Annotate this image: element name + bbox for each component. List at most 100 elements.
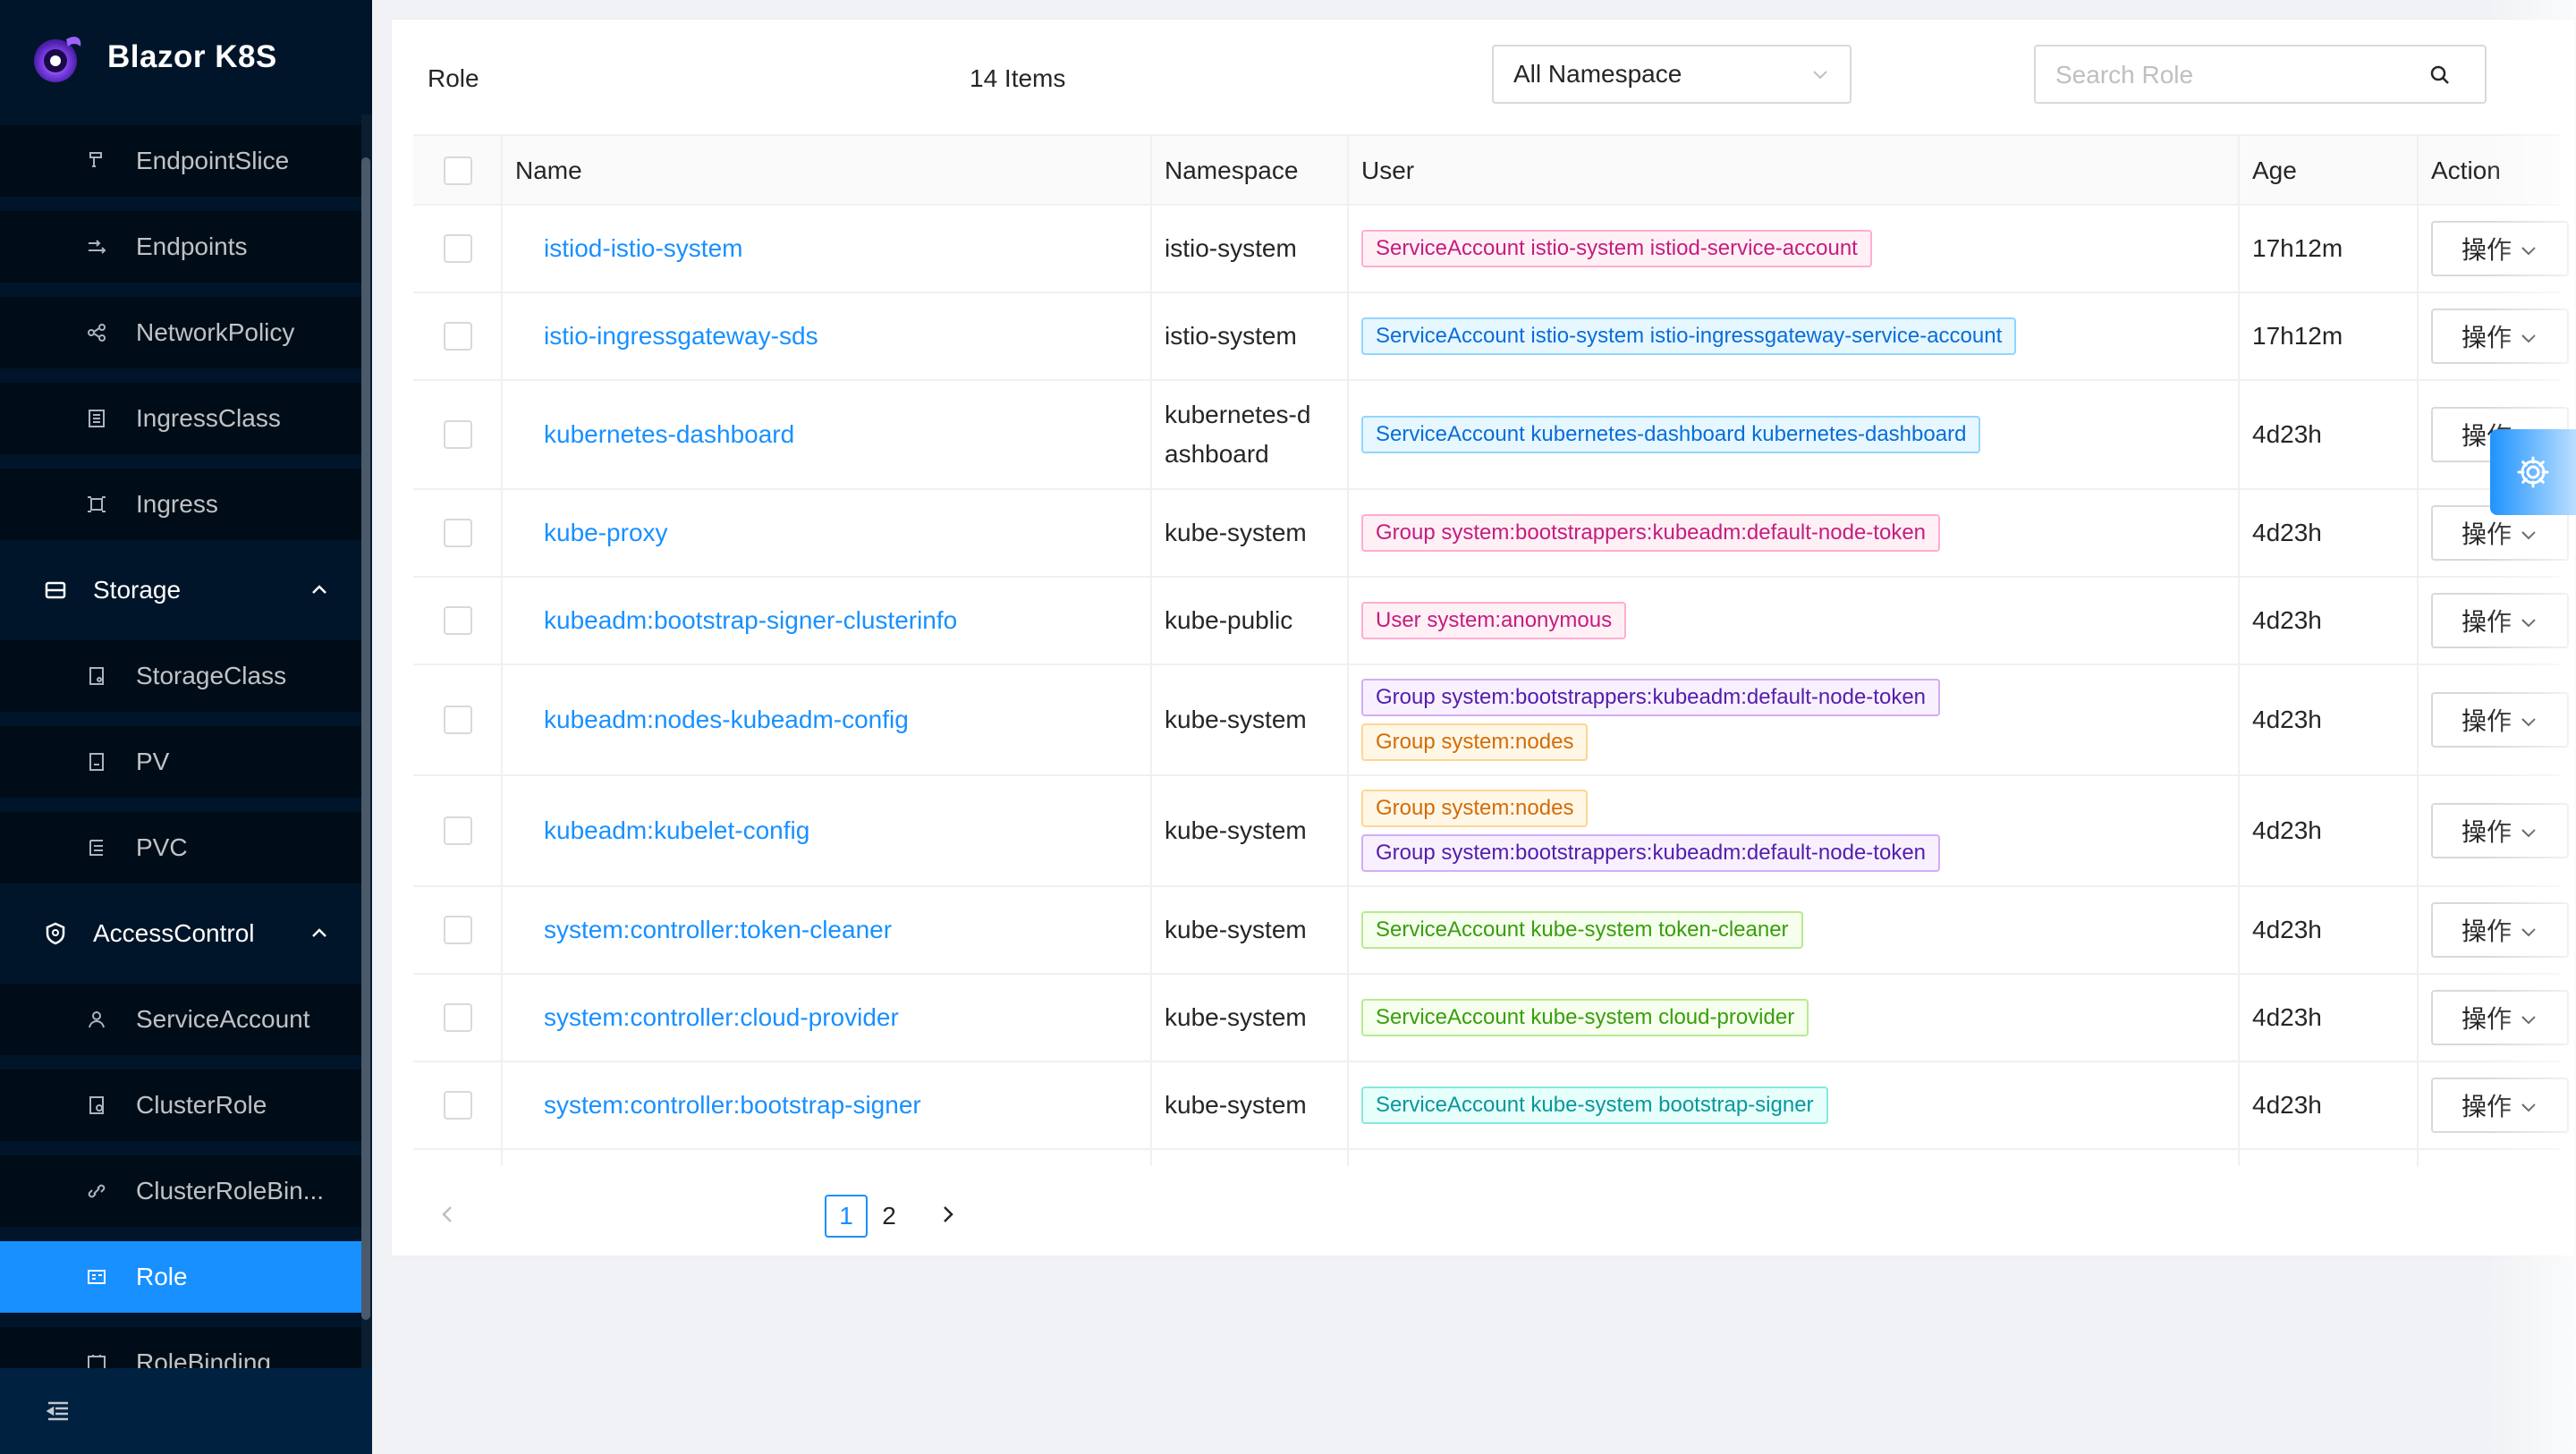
- action-dropdown-button[interactable]: 操作: [2431, 309, 2569, 364]
- menu-group-label: Storage: [93, 576, 182, 604]
- access-control-icon: [46, 922, 65, 945]
- table-row: kubeadm:nodes-kubeadm-config kube-system…: [413, 665, 2569, 776]
- search-icon[interactable]: [2428, 63, 2453, 88]
- row-checkbox[interactable]: [444, 420, 472, 449]
- role-name-link[interactable]: system:controller:cloud-provider: [544, 1003, 899, 1032]
- role-name-link[interactable]: system:controller:bootstrap-signer: [544, 1091, 921, 1120]
- action-label: 操作: [2462, 324, 2512, 351]
- role-name-link[interactable]: kubeadm:kubelet-config: [544, 816, 809, 845]
- action-dropdown-button[interactable]: 操作: [2431, 221, 2569, 276]
- namespace-cell: kube-public: [1165, 606, 1293, 634]
- table-row: kubernetes-dashboard kubernetes-d ashboar…: [413, 381, 2569, 490]
- sidebar-item-storageclass[interactable]: StorageClass: [0, 640, 361, 712]
- select-all-checkbox[interactable]: [444, 156, 472, 185]
- column-header-name[interactable]: Name: [515, 136, 582, 206]
- row-checkbox[interactable]: [444, 1091, 472, 1120]
- action-dropdown-button[interactable]: 操作: [2431, 593, 2569, 648]
- pagination-page-1[interactable]: 1: [825, 1195, 868, 1238]
- sidebar-item-label: ServiceAccount: [136, 1005, 310, 1033]
- sidebar-item-endpoints[interactable]: Endpoints: [0, 211, 361, 283]
- namespace-select[interactable]: All Namespace: [1492, 45, 1852, 104]
- role-name-link[interactable]: istio-ingressgateway-sds: [544, 322, 818, 351]
- row-checkbox[interactable]: [444, 706, 472, 734]
- sidebar-item-role[interactable]: Role: [0, 1241, 361, 1313]
- sidebar-item-ingressclass[interactable]: IngressClass: [0, 383, 361, 454]
- search-input[interactable]: [2055, 57, 2413, 93]
- action-dropdown-button[interactable]: 操作: [2431, 1078, 2569, 1133]
- sidebar-item-clusterrole[interactable]: ClusterRole: [0, 1069, 361, 1141]
- search-role-box[interactable]: [2034, 45, 2487, 104]
- pvc-icon: [89, 840, 103, 856]
- sidebar-scrollbar-thumb[interactable]: [361, 157, 370, 1320]
- age-cell: 17h12m: [2252, 322, 2343, 350]
- sidebar-item-pvc[interactable]: PVC: [0, 812, 361, 883]
- select-all-checkbox-cell[interactable]: [444, 136, 472, 206]
- endpoints-icon: [89, 240, 106, 254]
- sidebar-item-clusterrolebinding[interactable]: ClusterRoleBin...: [0, 1155, 361, 1227]
- role-name-link[interactable]: system:controller:token-cleaner: [544, 916, 892, 944]
- pv-icon: [89, 753, 104, 771]
- action-dropdown-button[interactable]: 操作: [2431, 692, 2569, 748]
- role-name-link[interactable]: kube-proxy: [544, 519, 668, 547]
- namespace-cell: kube-system: [1165, 816, 1307, 844]
- brand[interactable]: Blazor K8S: [0, 0, 372, 114]
- user-tag: Group system:bootstrappers:kubeadm:defau…: [1361, 679, 1941, 716]
- column-header-age[interactable]: Age: [2252, 136, 2297, 206]
- menu-group-storage[interactable]: Storage: [0, 547, 361, 633]
- row-checkbox[interactable]: [444, 606, 472, 635]
- sidebar-item-ingress[interactable]: Ingress: [0, 469, 361, 540]
- menu-fold-icon: [46, 1401, 68, 1421]
- user-tag: ServiceAccount kubernetes-dashboard kube…: [1361, 416, 1981, 453]
- role-name-link[interactable]: kubeadm:nodes-kubeadm-config: [544, 706, 909, 734]
- row-checkbox[interactable]: [444, 1003, 472, 1032]
- collapse-sidebar-button[interactable]: [0, 1368, 372, 1454]
- row-checkbox[interactable]: [444, 916, 472, 944]
- chevron-down-icon: [2521, 1016, 2536, 1025]
- sidebar-item-label: EndpointSlice: [136, 147, 290, 174]
- user-tag: Group system:bootstrappers:kubeadm:defau…: [1361, 834, 1941, 872]
- pagination-page-2[interactable]: 2: [868, 1195, 911, 1238]
- action-label: 操作: [2462, 608, 2512, 636]
- column-header-user[interactable]: User: [1361, 136, 1414, 206]
- sidebar-item-pv[interactable]: PV: [0, 726, 361, 798]
- chevron-down-icon: [2521, 829, 2536, 838]
- row-checkbox[interactable]: [444, 816, 472, 845]
- column-header-action: Action: [2431, 156, 2501, 184]
- gear-icon: [2517, 456, 2549, 488]
- row-checkbox[interactable]: [444, 519, 472, 547]
- sidebar-item-label: Role: [136, 1263, 188, 1290]
- age-cell: 17h12m: [2252, 234, 2343, 262]
- sidebar-item-endpointslice[interactable]: EndpointSlice: [0, 125, 361, 197]
- namespace-cell: kube-system: [1165, 706, 1307, 733]
- sidebar-item-label: ClusterRoleBin...: [136, 1177, 325, 1205]
- service-account-icon: [89, 1011, 105, 1028]
- network-policy-icon: [88, 324, 106, 342]
- cluster-role-icon: [89, 1096, 104, 1114]
- sidebar-item-serviceaccount[interactable]: ServiceAccount: [0, 984, 361, 1055]
- side-menu: EndpointSlice Endpoints NetworkPolicy In…: [0, 114, 372, 1368]
- action-dropdown-button[interactable]: 操作: [2431, 902, 2569, 958]
- sidebar: Blazor K8S EndpointSlice Endpoints Netwo…: [0, 0, 372, 1454]
- row-checkbox[interactable]: [444, 234, 472, 263]
- menu-group-accesscontrol[interactable]: AccessControl: [0, 891, 361, 976]
- role-panel: Role 14 Items All Namespace Name Namespa…: [390, 18, 2576, 1257]
- role-name-link[interactable]: istiod-istio-system: [544, 234, 742, 263]
- pagination-next-icon[interactable]: [932, 1198, 964, 1230]
- sidebar-item-label: Ingress: [136, 490, 218, 518]
- pagination-prev-icon[interactable]: [431, 1198, 463, 1230]
- storage-class-icon: [89, 667, 104, 685]
- table-row: system:controller:cloud-provider kube-sy…: [413, 975, 2569, 1062]
- sidebar-item-label: RoleBinding: [136, 1348, 271, 1368]
- sidebar-item-rolebinding[interactable]: RoleBinding: [0, 1327, 361, 1368]
- role-table: Name Namespace User Age Action istiod-is…: [413, 134, 2569, 1166]
- table-row: system:controller:token-cleaner kube-sys…: [413, 887, 2569, 975]
- role-name-link[interactable]: kubernetes-dashboard: [544, 420, 794, 449]
- settings-button[interactable]: [2490, 429, 2576, 515]
- sidebar-item-networkpolicy[interactable]: NetworkPolicy: [0, 297, 361, 368]
- action-dropdown-button[interactable]: 操作: [2431, 990, 2569, 1045]
- chevron-down-icon: [1813, 71, 1827, 80]
- action-dropdown-button[interactable]: 操作: [2431, 803, 2569, 858]
- column-header-namespace[interactable]: Namespace: [1165, 136, 1298, 206]
- role-name-link[interactable]: kubeadm:bootstrap-signer-clusterinfo: [544, 606, 957, 635]
- row-checkbox[interactable]: [444, 322, 472, 351]
